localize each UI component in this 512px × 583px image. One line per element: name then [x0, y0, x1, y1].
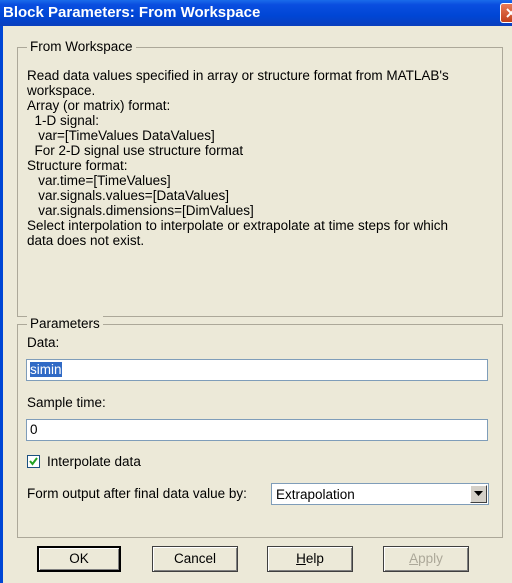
interpolate-checkbox[interactable] [27, 455, 40, 468]
sample-time-label: Sample time: [27, 395, 106, 410]
dialog-body: From Workspace Read data values specifie… [0, 26, 512, 583]
apply-button[interactable]: Apply [383, 546, 469, 572]
description-line: workspace. [27, 83, 96, 98]
close-icon [506, 8, 512, 18]
window-title: Block Parameters: From Workspace [3, 4, 261, 21]
sample-time-input[interactable]: 0 [26, 419, 488, 441]
title-bar[interactable]: Block Parameters: From Workspace [0, 0, 512, 26]
cancel-button[interactable]: Cancel [152, 546, 238, 572]
data-input-value: simin [30, 362, 62, 377]
form-output-value: Extrapolation [276, 487, 355, 502]
sample-time-value: 0 [30, 422, 38, 437]
description-line: var.signals.dimensions=[DimValues] [27, 203, 254, 218]
description-line: var.time=[TimeValues] [27, 173, 171, 188]
description-legend: From Workspace [27, 39, 136, 54]
form-output-label: Form output after final data value by: [27, 486, 247, 501]
parameters-group: Parameters Data: simin Sample time: 0 In… [17, 316, 503, 538]
checkmark-icon [29, 457, 38, 466]
parameters-legend: Parameters [27, 316, 103, 331]
form-output-select[interactable]: Extrapolation [271, 483, 489, 505]
description-group: From Workspace Read data values specifie… [17, 39, 503, 317]
description-line: Structure format: [27, 158, 128, 173]
help-label-rest: elp [305, 551, 324, 566]
dropdown-button[interactable] [470, 485, 487, 503]
help-button[interactable]: Help [267, 546, 353, 572]
description-line: Array (or matrix) format: [27, 98, 171, 113]
data-input[interactable]: simin [26, 359, 488, 381]
description-line: var=[TimeValues DataValues] [27, 128, 215, 143]
apply-label-rest: pply [418, 551, 443, 566]
chevron-down-icon [474, 491, 483, 496]
interpolate-label[interactable]: Interpolate data [47, 454, 141, 469]
data-label: Data: [27, 335, 60, 350]
description-line: var.signals.values=[DataValues] [27, 188, 229, 203]
close-button[interactable] [500, 3, 512, 23]
description-line: 1-D signal: [27, 113, 100, 128]
help-mnemonic: H [296, 551, 306, 566]
ok-button[interactable]: OK [37, 546, 121, 572]
description-line: Select interpolation to interpolate or e… [27, 218, 448, 233]
description-line: data does not exist. [27, 233, 145, 248]
description-line: Read data values specified in array or s… [27, 68, 449, 83]
apply-mnemonic: A [409, 551, 419, 566]
description-line: For 2-D signal use structure format [27, 143, 244, 158]
